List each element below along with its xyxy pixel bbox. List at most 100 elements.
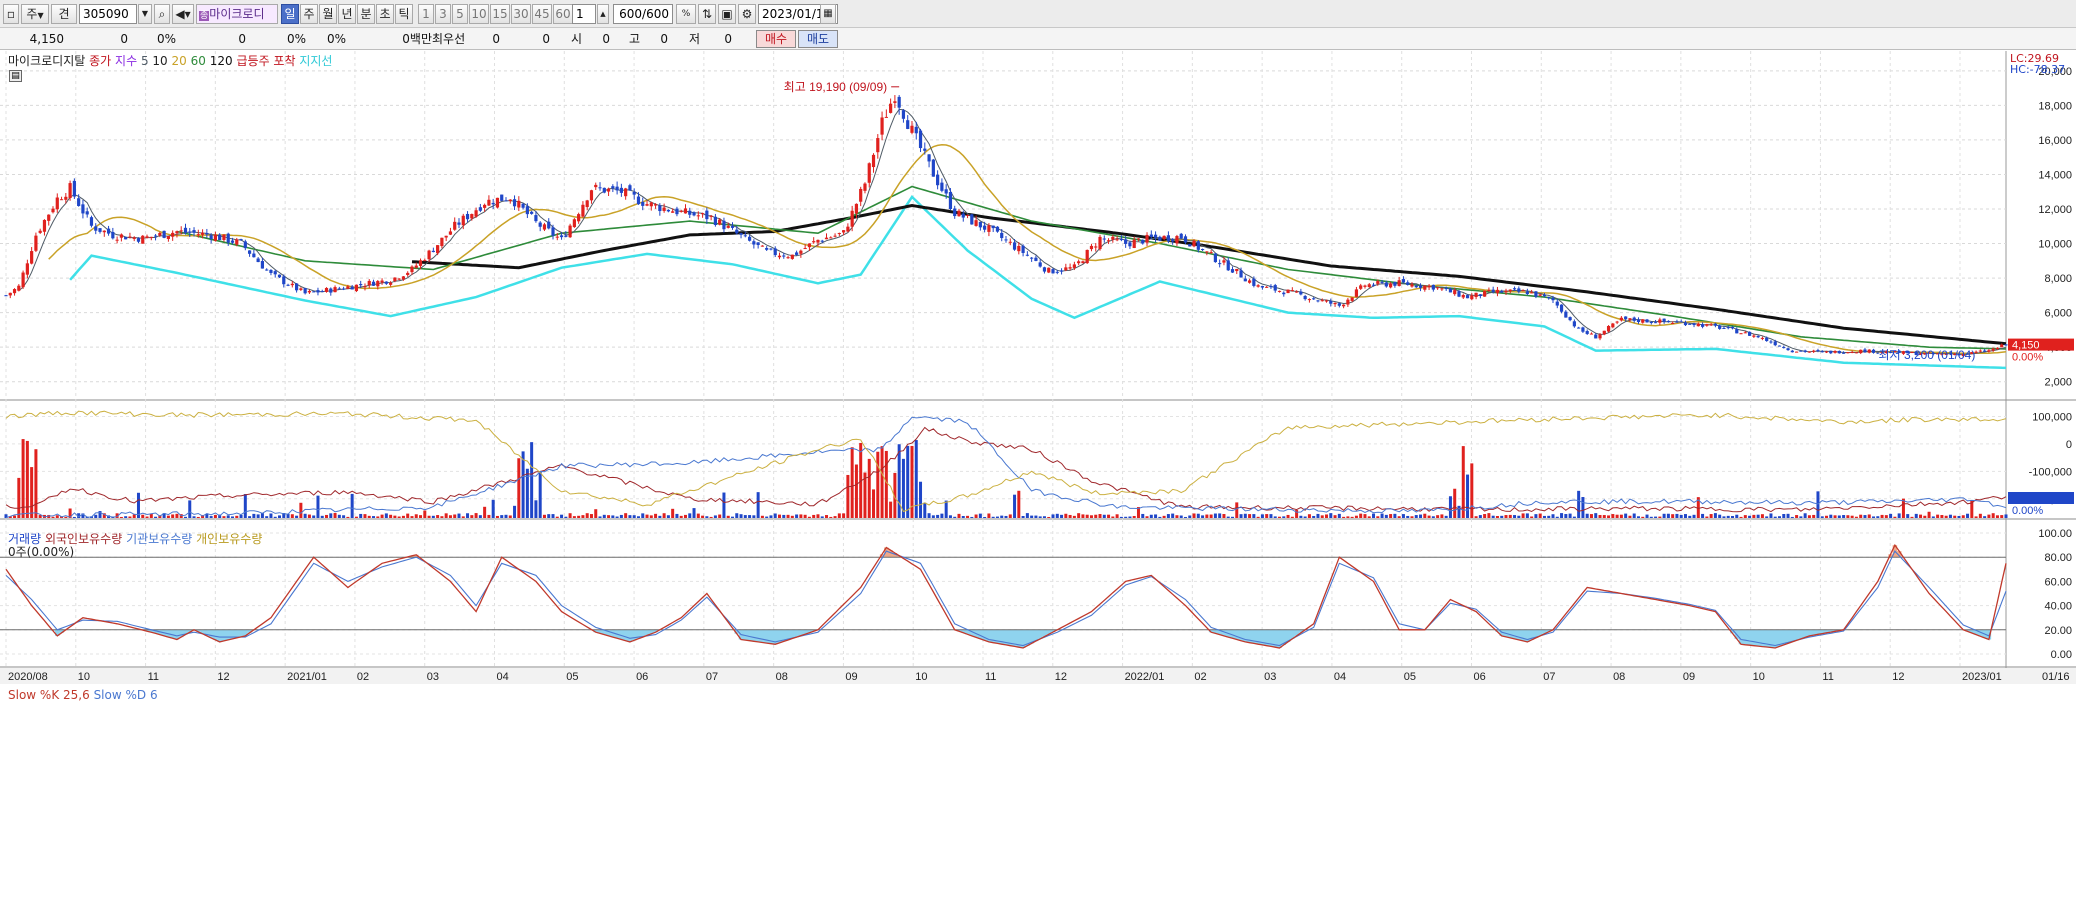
- stock-code-input[interactable]: 305090: [79, 4, 137, 24]
- search-icon[interactable]: ⌕: [154, 4, 170, 24]
- volume-bar: [679, 515, 683, 518]
- candle-body: [294, 283, 299, 291]
- legend-ma20: 20: [171, 54, 187, 68]
- candle-body: [1175, 236, 1179, 244]
- interval-button-1[interactable]: 3: [435, 4, 451, 24]
- volume-bar: [671, 508, 675, 518]
- best-ask-value: 0: [542, 32, 550, 46]
- main-y-tick-2: 16,000: [2038, 135, 2072, 147]
- low-annotation: 최저 3,200 (01/04): [1879, 348, 1976, 362]
- volume-bar: [1098, 514, 1102, 518]
- interval-button-0[interactable]: 1: [418, 4, 434, 24]
- volume-zero-label: 0주(0.00%): [8, 545, 75, 559]
- candle-body: [564, 235, 568, 237]
- period-button-4[interactable]: 분: [357, 4, 375, 24]
- candle-body: [1726, 327, 1730, 329]
- candle-body: [880, 117, 884, 135]
- volume-bar: [1807, 515, 1811, 518]
- candle-body: [1568, 317, 1572, 321]
- volume-bar: [1555, 516, 1559, 518]
- candle-body: [1765, 337, 1769, 342]
- volume-bar: [889, 501, 893, 518]
- candle-body: [850, 210, 854, 227]
- code-dropdown-icon[interactable]: ▼: [138, 4, 152, 24]
- volume-bar: [1183, 516, 1187, 518]
- period-button-0[interactable]: 일: [281, 4, 299, 24]
- volume-bar: [1889, 513, 1893, 518]
- candle-body: [747, 236, 752, 241]
- count-input[interactable]: 600/600: [613, 4, 673, 24]
- volume-bar: [829, 516, 833, 518]
- window-icon[interactable]: ▫: [3, 4, 19, 24]
- candle-body: [1995, 347, 2000, 350]
- interval-button-5[interactable]: 30: [511, 4, 531, 24]
- candle-body: [94, 226, 98, 231]
- candle-body: [1718, 325, 1722, 329]
- legend-settings-icon[interactable]: ▤: [9, 70, 22, 82]
- volume-bar: [713, 515, 717, 518]
- gear-icon[interactable]: ⚙: [738, 4, 756, 24]
- step-input[interactable]: 1: [572, 4, 596, 24]
- volume-bar: [867, 458, 871, 518]
- volume-bar: [931, 515, 935, 518]
- candle-body: [1329, 300, 1333, 304]
- interval-button-4[interactable]: 15: [490, 4, 510, 24]
- candle-body: [119, 234, 123, 238]
- interval-button-6[interactable]: 45: [532, 4, 552, 24]
- candle-body: [1406, 282, 1410, 285]
- candle-body: [342, 288, 346, 290]
- volume-bar: [474, 513, 478, 518]
- candle-body: [1850, 352, 1854, 354]
- candle-body: [1636, 319, 1641, 323]
- period-button-1[interactable]: 주: [300, 4, 318, 24]
- interval-button-2[interactable]: 5: [452, 4, 468, 24]
- speaker-icon[interactable]: ◀▾: [172, 4, 194, 24]
- buy-button[interactable]: 매수: [756, 30, 796, 48]
- volume-bar: [581, 515, 585, 518]
- volume-bar: [171, 514, 175, 518]
- interval-button-7[interactable]: 60: [553, 4, 573, 24]
- period-button-2[interactable]: 월: [319, 4, 337, 24]
- step-spin-icon[interactable]: ▲: [597, 4, 609, 24]
- candle-body: [1842, 352, 1846, 354]
- sell-button[interactable]: 매도: [798, 30, 838, 48]
- volume-bar: [1615, 514, 1619, 518]
- volume-bar: [1713, 513, 1717, 518]
- save-icon[interactable]: ▣: [718, 4, 736, 24]
- volume-bar: [1474, 516, 1478, 518]
- candle-body: [931, 159, 935, 177]
- candle-body: [1461, 294, 1465, 298]
- candle-body: [1871, 349, 1876, 353]
- candle-body: [1320, 300, 1324, 302]
- compare-icon[interactable]: ⇅: [698, 4, 716, 24]
- candle-body: [786, 257, 790, 259]
- period-button-5[interactable]: 초: [376, 4, 394, 24]
- volume-bar: [312, 515, 316, 518]
- volume-bar: [1055, 513, 1059, 518]
- period-button-6[interactable]: 틱: [395, 4, 413, 24]
- main-y-tick-1: 18,000: [2038, 100, 2072, 112]
- candle-body: [491, 202, 495, 205]
- candle-body: [1401, 279, 1406, 283]
- candle-body: [1410, 284, 1414, 287]
- period-button-3[interactable]: 년: [338, 4, 356, 24]
- volume-bar: [1410, 516, 1414, 518]
- period-menu[interactable]: 주▼: [21, 4, 49, 24]
- x-tick-6: 03: [427, 671, 439, 683]
- candle-body: [1128, 242, 1132, 247]
- candle-body: [1290, 290, 1294, 292]
- type-menu[interactable]: 견: [51, 4, 77, 24]
- candle-body: [371, 281, 376, 286]
- volume-bar: [1816, 491, 1820, 518]
- volume-bar: [1269, 514, 1273, 518]
- stock-name-field[interactable]: 종마이크로디: [196, 4, 278, 24]
- interval-button-3[interactable]: 10: [469, 4, 489, 24]
- volume-bar: [914, 440, 918, 518]
- main-y-tick-6: 8,000: [2044, 273, 2072, 285]
- volume-bar: [1141, 513, 1145, 518]
- calendar-icon[interactable]: ▦: [820, 4, 836, 24]
- candle-body: [897, 96, 901, 108]
- percent-toggle-icon[interactable]: %: [676, 4, 696, 24]
- candle-body: [615, 186, 619, 191]
- volume-bar: [1735, 514, 1739, 518]
